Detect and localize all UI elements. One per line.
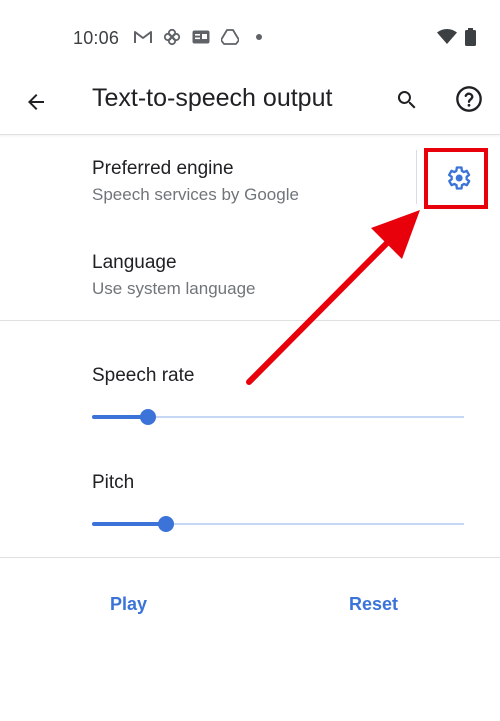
section-divider (0, 557, 500, 558)
pitch-label: Pitch (92, 472, 135, 493)
preferred-engine-title: Preferred engine (92, 158, 234, 179)
speech-rate-label: Speech rate (92, 365, 195, 386)
app-bar: Text-to-speech output (0, 78, 500, 135)
search-button[interactable] (394, 87, 420, 113)
page-title: Text-to-speech output (92, 84, 333, 112)
gmail-icon (133, 27, 153, 47)
screen: 10:06 Text-to-speech output Preferred en… (0, 0, 500, 721)
help-button[interactable] (454, 84, 484, 114)
back-button[interactable] (21, 87, 51, 117)
status-bar: 10:06 (0, 0, 500, 78)
search-icon (397, 91, 416, 109)
reset-button[interactable]: Reset (349, 594, 398, 615)
slider-thumb[interactable] (158, 516, 175, 532)
arrow-back-icon (28, 94, 44, 110)
system-icons (437, 28, 476, 51)
engine-settings-button[interactable] (440, 160, 476, 196)
slider-track-fill (92, 522, 167, 526)
wifi-icon (437, 29, 457, 50)
drive-icon (220, 27, 240, 47)
speech-rate-slider[interactable] (92, 407, 464, 427)
status-time: 10:06 (73, 28, 120, 48)
battery-icon (465, 28, 476, 51)
slider-thumb[interactable] (139, 409, 156, 425)
engine-divider (416, 150, 417, 204)
section-divider (0, 320, 500, 321)
pitch-slider[interactable] (92, 514, 464, 534)
preferred-engine-subtitle: Speech services by Google (92, 185, 299, 204)
language-title: Language (92, 252, 177, 273)
help-icon (456, 86, 482, 112)
language-subtitle: Use system language (92, 279, 256, 298)
news-icon (191, 27, 211, 47)
gear-icon (447, 166, 471, 190)
dot-icon (249, 27, 269, 47)
language-row[interactable]: Language Use system language (0, 232, 500, 320)
preferred-engine-row[interactable]: Preferred engine Speech services by Goog… (0, 136, 500, 230)
play-button[interactable]: Play (110, 594, 147, 615)
notification-icons (133, 27, 269, 47)
pinwheel-icon (162, 27, 182, 47)
